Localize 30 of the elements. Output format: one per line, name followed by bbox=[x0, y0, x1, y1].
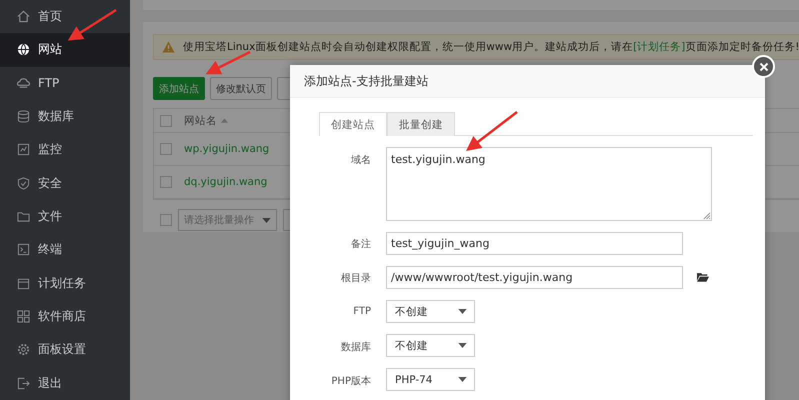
select-field[interactable]: PHP-74 bbox=[386, 368, 475, 391]
default-page-button[interactable]: 修改默认页 bbox=[210, 77, 272, 100]
sidebar-item[interactable]: 网站 bbox=[0, 33, 130, 67]
field-label: PHP版本 bbox=[330, 374, 371, 388]
sidebar-item[interactable]: 退出 bbox=[0, 366, 130, 400]
sidebar-item[interactable]: FTP bbox=[0, 66, 130, 100]
field-label: 备注 bbox=[350, 238, 371, 251]
tab[interactable]: 创建站点 bbox=[319, 112, 387, 136]
dialog-title: 添加站点-支持批量建站 bbox=[290, 65, 765, 98]
column-header[interactable]: 网站名 bbox=[184, 114, 217, 128]
field-label: 根目录 bbox=[340, 272, 371, 285]
select-field[interactable]: 不创建 bbox=[386, 334, 475, 357]
sidebar-item[interactable]: 安全 bbox=[0, 166, 130, 200]
domain-field[interactable]: test.yigujin.wang bbox=[386, 147, 712, 221]
notice-text: 使用宝塔Linux面板创建站点时会自动创建权限配置，统一使用www用户。建站成功后，请在[计划任务]页面添加定时备份任务! bbox=[183, 40, 799, 54]
select-field[interactable]: 不创建 bbox=[386, 300, 475, 323]
path-field[interactable]: /www/wwwroot/test.yigujin.wang bbox=[386, 266, 683, 289]
field-label: 数据库 bbox=[340, 340, 371, 354]
tab[interactable]: 批量创建 bbox=[387, 112, 455, 136]
sidebar-item[interactable]: 面板设置 bbox=[0, 333, 130, 367]
sidebar-item[interactable]: 数据库 bbox=[0, 100, 130, 134]
field-label: FTP bbox=[352, 305, 371, 317]
input-field[interactable]: test_yigujin_wang bbox=[386, 232, 683, 255]
sidebar-item[interactable]: 首页 bbox=[0, 0, 130, 34]
field-label: 域名 bbox=[350, 154, 371, 167]
sidebar-item[interactable]: 计划任务 bbox=[0, 266, 130, 300]
sidebar-item[interactable]: 终端 bbox=[0, 233, 130, 267]
sidebar-item[interactable]: 软件商店 bbox=[0, 300, 130, 334]
sidebar-item[interactable]: 文件 bbox=[0, 200, 130, 234]
sidebar-item[interactable]: 监控 bbox=[0, 133, 130, 167]
